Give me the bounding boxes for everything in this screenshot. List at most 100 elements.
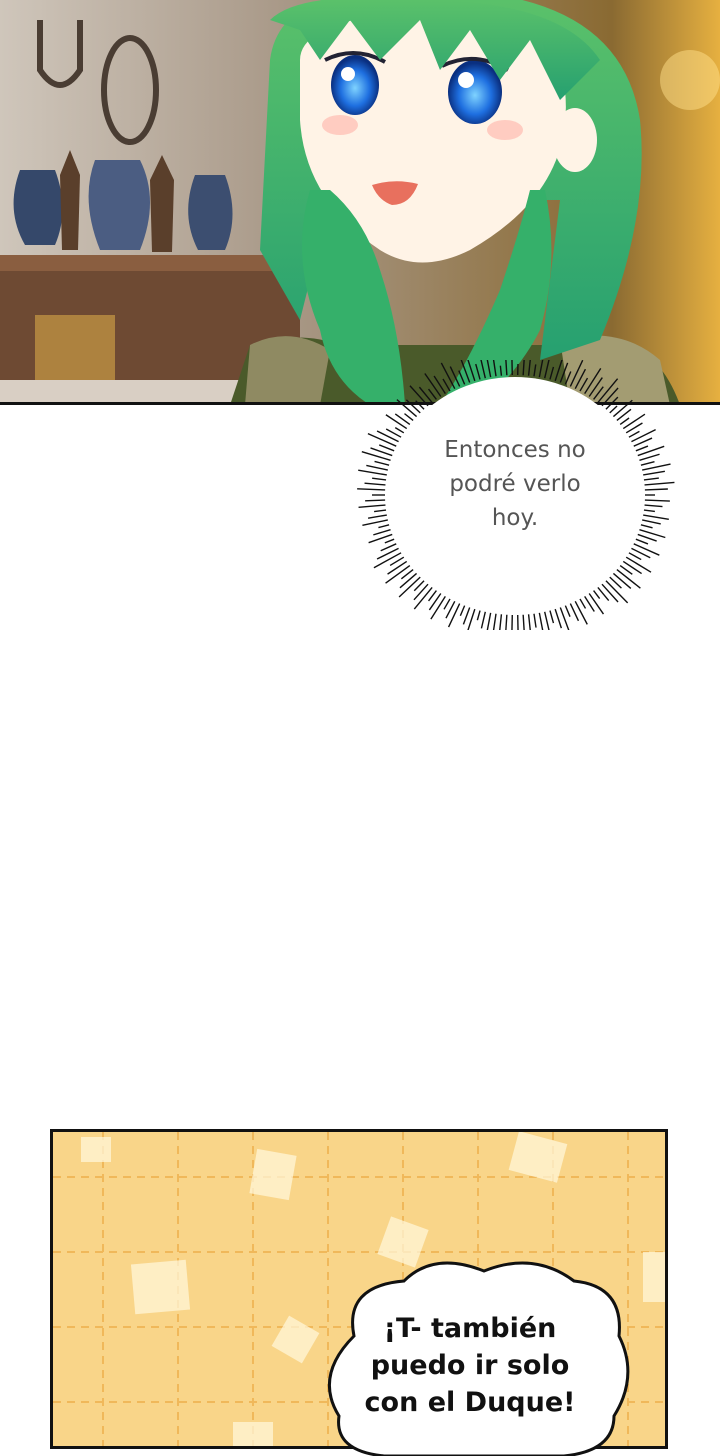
burst-spike [404, 414, 413, 421]
burst-spike [575, 601, 587, 624]
burst-spike [638, 446, 664, 455]
burst-spike [645, 505, 663, 507]
burst-spike [539, 360, 544, 377]
burst-spike [416, 401, 424, 410]
burst-spike [429, 594, 440, 610]
burst-spike [434, 376, 445, 394]
burst-spike [460, 606, 464, 616]
burst-spike [431, 596, 445, 619]
burst-spike [375, 461, 390, 465]
burst-spike [550, 367, 553, 380]
burst-spike [580, 599, 586, 609]
burst-spike [372, 478, 386, 480]
light-square [643, 1252, 668, 1302]
burst-spike [643, 471, 665, 475]
burst-spike [523, 615, 524, 630]
light-square [233, 1422, 273, 1449]
burst-spike [644, 510, 655, 511]
burst-spike [377, 431, 398, 442]
burst-spike [641, 462, 655, 465]
burst-spike [368, 434, 396, 447]
burst-spike [523, 360, 525, 375]
burst-spike [359, 505, 386, 507]
burst-spike [565, 606, 570, 617]
burst-spike [580, 378, 588, 391]
burst-spike [620, 418, 629, 424]
burst-spike [555, 609, 561, 628]
burst-spike [378, 525, 389, 528]
burst-spike [459, 360, 469, 383]
burst-spike [589, 594, 603, 615]
burst-spike [441, 363, 454, 389]
cloud-bubble-text: ¡T- también puedo ir solo con el Duque! [345, 1310, 595, 1421]
burst-spike [545, 360, 550, 378]
burst-spike [589, 378, 602, 397]
burst-spike [594, 591, 600, 599]
burst-spike [545, 612, 551, 630]
burst-spike [623, 561, 641, 573]
burst-spike [397, 400, 417, 417]
burst-spike [629, 553, 641, 560]
burst-spike [444, 599, 450, 609]
burst-spike [425, 373, 441, 396]
burst-spike [500, 614, 502, 630]
burst-spike [642, 464, 670, 470]
burst-spike [626, 557, 651, 572]
burst-spike [534, 614, 536, 628]
burst-spike [449, 604, 460, 628]
burst-spike [631, 430, 655, 442]
burst-bubble-text: Entonces no podré verlo hoy. [410, 433, 620, 535]
top-panel [0, 0, 720, 405]
burst-spike [645, 500, 670, 501]
burst-spike [550, 611, 553, 624]
burst-spike [362, 520, 387, 525]
burst-spike [379, 445, 394, 451]
burst-spike [365, 500, 385, 501]
light-square [131, 1260, 190, 1315]
burst-spike [459, 371, 465, 385]
burst-spike [638, 534, 657, 541]
burst-spike [414, 587, 432, 609]
burst-spike [443, 379, 450, 391]
burst-spike [539, 613, 543, 630]
burst-spike [374, 553, 401, 568]
burst-spike [357, 489, 385, 490]
burst-spike [429, 389, 437, 399]
burst-spike [395, 428, 404, 433]
burst-spike [419, 387, 432, 402]
burst-spike [400, 573, 417, 587]
burst-spike [429, 591, 437, 601]
burst-spike [644, 478, 659, 480]
burst-spike [636, 446, 648, 451]
burst-spike [388, 561, 407, 574]
burst-spike [505, 360, 507, 375]
burst-spike [486, 360, 490, 377]
burst-spike [505, 615, 506, 630]
burst-spike [645, 489, 668, 490]
burst-spike [610, 406, 617, 413]
burst-spike [602, 388, 618, 406]
burst-spike [463, 607, 469, 624]
burst-spike [585, 368, 601, 393]
burst-spike [377, 548, 398, 559]
burst-spike [642, 520, 661, 524]
burst-spike [641, 525, 653, 528]
burst-spike [491, 614, 496, 630]
light-square [249, 1149, 296, 1200]
burst-spike [494, 360, 496, 376]
girl-illustration [0, 0, 720, 405]
burst-spike [643, 515, 669, 519]
burst-spike [381, 544, 397, 551]
burst-spike [477, 611, 480, 621]
burst-spike [565, 371, 570, 384]
burst-spike [374, 510, 386, 512]
burst-spike [500, 366, 501, 376]
burst-spike [481, 612, 485, 629]
burst-spike [476, 364, 480, 379]
burst-spike [602, 584, 618, 602]
burst-spike [486, 613, 490, 630]
burst-spike [560, 363, 567, 383]
burst-spike [613, 400, 632, 416]
light-square [81, 1137, 111, 1162]
burst-spike [529, 360, 531, 376]
